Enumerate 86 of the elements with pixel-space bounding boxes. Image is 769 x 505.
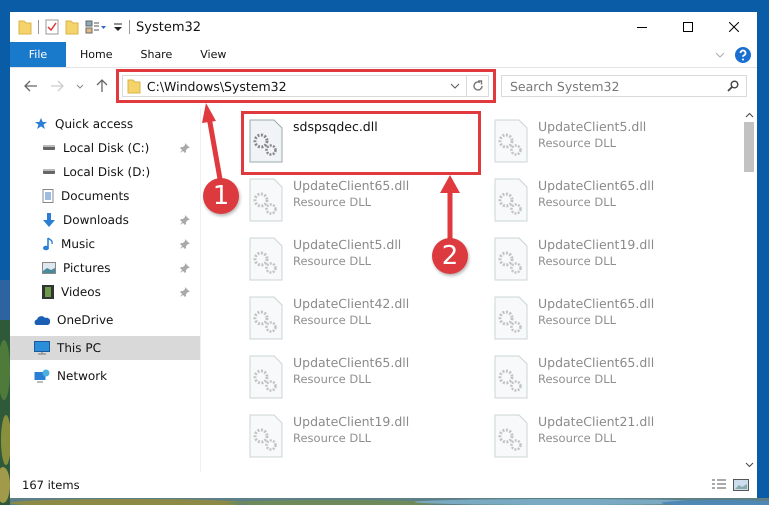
gear-file-icon (249, 296, 283, 340)
back-arrow-icon[interactable] (24, 80, 38, 92)
file-type: Resource DLL (293, 254, 372, 268)
dropdown-chevron-icon[interactable] (450, 83, 460, 89)
file-item[interactable]: sdspsqdec.dll (245, 116, 382, 166)
ribbon-tab[interactable]: View (186, 42, 240, 67)
nav-item[interactable]: Documents (10, 184, 200, 208)
gear-file-icon (249, 178, 283, 222)
search-field[interactable]: Search System32 (501, 75, 747, 97)
address-bar[interactable]: C:\Windows\System32 (122, 75, 489, 97)
star-icon (34, 117, 48, 131)
refresh-icon (472, 80, 484, 92)
customize-dropdown-icon[interactable] (113, 22, 123, 32)
minimize-icon (637, 26, 647, 28)
file-type: Resource DLL (538, 195, 618, 209)
scroll-up-icon[interactable] (744, 112, 754, 118)
gear-file-icon (494, 296, 528, 340)
file-type: Resource DLL (293, 431, 372, 445)
gear-file-icon (494, 237, 528, 281)
gear-file-icon (249, 237, 283, 281)
gear-file-icon (249, 355, 283, 399)
recent-locations-icon[interactable] (76, 84, 84, 88)
music-note-icon (42, 237, 54, 251)
file-type: Resource DLL (293, 313, 372, 327)
file-type: Resource DLL (538, 254, 618, 268)
drive-icon (42, 145, 56, 151)
file-name: UpdateClient65.dll (293, 355, 410, 370)
file-name: UpdateClient5.dll (538, 119, 646, 134)
folder-icon (126, 78, 141, 94)
file-name: UpdateClient19.dll (538, 237, 654, 252)
landscape-picture-icon (42, 262, 56, 274)
view-options-icon[interactable] (85, 20, 107, 34)
gear-file-icon (494, 119, 528, 163)
file-name: UpdateClient65.dll (538, 296, 654, 311)
file-name: UpdateClient65.dll (538, 355, 654, 370)
properties-icon[interactable] (45, 19, 59, 35)
nav-item[interactable]: Downloads (10, 208, 200, 232)
nav-item[interactable]: Music (10, 232, 200, 256)
window-title: System32 (136, 20, 202, 34)
file-name: UpdateClient42.dll (293, 296, 410, 311)
nav-item[interactable]: This PC (10, 336, 200, 360)
file-type: Resource DLL (538, 372, 618, 386)
search-icon[interactable] (727, 80, 739, 92)
callout-arrow (438, 175, 462, 239)
nav-item[interactable]: Pictures (10, 256, 200, 280)
ribbon-tab[interactable]: File (10, 42, 66, 67)
nav-item[interactable]: Quick access (10, 112, 200, 136)
file-type: Resource DLL (538, 431, 618, 445)
maximize-icon (683, 22, 693, 32)
ribbon-tab[interactable]: Home (66, 42, 126, 67)
down-arrow-icon (42, 213, 56, 227)
up-arrow-icon[interactable] (96, 79, 108, 93)
file-name: sdspsqdec.dll (293, 119, 378, 134)
file-name: UpdateClient65.dll (293, 178, 410, 193)
nav-item[interactable]: OneDrive (10, 308, 200, 332)
gear-file-icon (249, 119, 283, 163)
nav-item[interactable]: Local Disk (C:) (10, 136, 200, 160)
nav-item[interactable]: Local Disk (D:) (10, 160, 200, 184)
file-name: UpdateClient5.dll (293, 237, 402, 252)
monitor-icon (34, 341, 50, 355)
gear-file-icon (494, 355, 528, 399)
ribbon-tab[interactable]: Share (126, 42, 186, 67)
gear-file-icon (494, 178, 528, 222)
cloud-icon (34, 315, 50, 325)
file-type: Resource DLL (293, 195, 372, 209)
file-type: Resource DLL (293, 372, 372, 386)
network-icon (34, 369, 50, 383)
address-path: C:\Windows\System32 (146, 78, 288, 94)
drive-icon (42, 169, 56, 175)
gear-file-icon (249, 414, 283, 458)
large-icons-view-icon[interactable] (733, 478, 749, 492)
help-icon[interactable] (735, 46, 751, 62)
close-icon (729, 22, 739, 32)
gear-file-icon (494, 414, 528, 458)
document-icon (42, 189, 54, 203)
scrollbar-thumb[interactable] (744, 122, 754, 172)
nav-item[interactable]: Network (10, 364, 200, 388)
item-count: 167 items (22, 478, 80, 492)
file-name: UpdateClient65.dll (538, 178, 654, 193)
file-type: Resource DLL (538, 136, 618, 150)
film-strip-icon (42, 285, 54, 299)
file-name: UpdateClient19.dll (293, 414, 410, 429)
scroll-down-icon[interactable] (744, 462, 754, 468)
file-type: Resource DLL (538, 313, 618, 327)
file-name: UpdateClient21.dll (538, 414, 654, 429)
nav-item[interactable]: Videos (10, 280, 200, 304)
